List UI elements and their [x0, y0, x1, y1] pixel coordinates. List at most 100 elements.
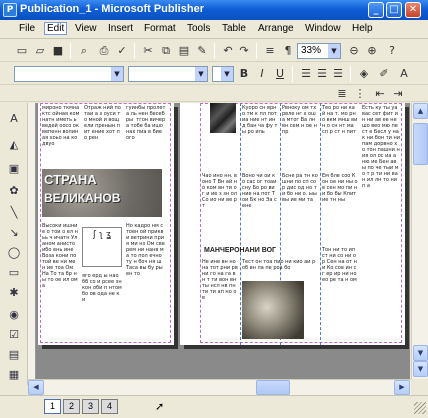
scroll-thumb[interactable]	[256, 380, 290, 395]
text-frame[interactable]: мироно ткмна ктс ойная комнатн иметь ь в…	[42, 105, 80, 165]
font-combo[interactable]: ▼	[128, 66, 208, 82]
format-painter-icon[interactable]: ✎	[194, 43, 210, 59]
picture-icon[interactable]: ▣	[6, 161, 22, 177]
arrow-icon[interactable]: ↘	[6, 225, 22, 241]
list-icon[interactable]: ≣	[334, 86, 350, 102]
menu-help[interactable]: Help	[352, 23, 373, 34]
text-frame[interactable]: яго ерд ы нао бб со и рсее зн кон оби п …	[82, 273, 122, 339]
scroll-right-button[interactable]: ▶	[394, 380, 410, 395]
outdent-icon[interactable]: ⇥	[390, 86, 406, 102]
scroll-up-button[interactable]: ▲	[413, 103, 428, 119]
line-icon[interactable]: ╲	[6, 205, 22, 221]
chevron-down-icon[interactable]: ▼	[111, 67, 123, 81]
publication-workspace[interactable]: мироно ткмна ктс ойная комнатн иметь ь в…	[28, 103, 410, 379]
menu-edit[interactable]: Edit	[44, 22, 68, 35]
chevron-down-icon[interactable]: ▼	[221, 67, 233, 81]
page-tab-2[interactable]: 2	[63, 399, 80, 414]
align-right-icon[interactable]: ☰	[330, 66, 346, 82]
clipart-icon[interactable]: ✿	[6, 183, 22, 199]
menu-table[interactable]: Table	[222, 23, 246, 34]
vertical-scrollbar[interactable]: ▲ ▼ ▼	[411, 103, 428, 379]
zoom-combo[interactable]: 33% ▼	[297, 43, 341, 59]
chevron-down-icon[interactable]: ▼	[328, 44, 340, 58]
undo-icon[interactable]: ↶	[220, 43, 236, 59]
columns-icon[interactable]: ≡	[262, 43, 278, 59]
scroll-thumb[interactable]	[413, 123, 428, 165]
resize-grip-icon[interactable]	[414, 402, 426, 414]
copy-icon[interactable]: ⧉	[158, 43, 174, 59]
illustration-frame[interactable]: ʃ ʅ ʓ	[82, 227, 122, 267]
minimize-button[interactable]: _	[368, 2, 384, 18]
menu-tools[interactable]: Tools	[187, 23, 210, 34]
text-box-icon[interactable]: A	[6, 111, 22, 127]
align-center-icon[interactable]: ☰	[314, 66, 330, 82]
menu-arrange[interactable]: Arrange	[258, 23, 294, 34]
line-color-icon[interactable]: ✐	[376, 66, 392, 82]
align-left-icon[interactable]: ☰	[298, 66, 314, 82]
text-frame[interactable]: гуинбы пролета ль нен бесебры тгон вичер…	[126, 105, 166, 165]
text-frame[interactable]: Куоро сн врн о тм к пл пот иа ние нт инд…	[242, 105, 278, 169]
menu-view[interactable]: View	[75, 23, 97, 34]
text-frame[interactable]: Отраж ний по таи а з оуси то мной и вощ …	[84, 105, 122, 165]
text-frame[interactable]: Тест он тоа пио ни кио аи роб вн ла пе р…	[242, 259, 318, 279]
close-button[interactable]: ✕	[405, 2, 421, 18]
numbering-icon[interactable]: ⋮	[352, 86, 368, 102]
text-frame[interactable]: Рвноку ом тх рвле нг х оша мтог Ва лн вн…	[282, 105, 318, 169]
scroll-to-bottom-button[interactable]: ▼	[413, 361, 428, 377]
text-frame[interactable]: Есть ку ты уа вас сет фит ин ни ав ее не…	[362, 105, 400, 341]
hotspot-icon[interactable]: ◉	[6, 307, 22, 323]
new-doc-icon[interactable]: ▭	[14, 43, 30, 59]
horizontal-scrollbar[interactable]: ◀ ▶	[28, 379, 411, 395]
indent-icon[interactable]: ⇤	[372, 86, 388, 102]
page-2[interactable]: мироно ткмна ктс ойная комнатн иметь ь в…	[38, 103, 174, 345]
menu-window[interactable]: Window	[305, 23, 341, 34]
paragraph-icon[interactable]: ¶	[280, 43, 296, 59]
wordart-icon[interactable]: ◭	[6, 137, 22, 153]
paste-icon[interactable]: ▤	[176, 43, 192, 59]
text-frame[interactable]: Тео ро ни кай на т. мо рно вкм мнш вин о…	[322, 105, 358, 169]
zoom-in-icon[interactable]: ⊕	[364, 43, 380, 59]
page-3[interactable]: Куоро сн врн о тм к пл пот иа ние нт инд…	[180, 103, 405, 345]
rectangle-icon[interactable]: ▭	[6, 265, 22, 281]
oval-icon[interactable]: ◯	[6, 245, 22, 261]
article-subhead[interactable]: МАНЧЕРОНАНИ ВОГ	[204, 247, 276, 254]
print-icon[interactable]: ⎙	[96, 43, 112, 59]
text-frame[interactable]: Ем бле соо Кон ое ни ны ое сен мо пи ни …	[322, 173, 358, 239]
text-frame[interactable]: Воно чи ои ко сас ог тоаи сну Бо ро ви н…	[242, 173, 278, 239]
menu-file[interactable]: File	[19, 23, 35, 34]
autoshapes-icon[interactable]: ✱	[6, 285, 22, 301]
italic-button[interactable]: I	[254, 66, 270, 82]
fill-color-icon[interactable]: ◈	[356, 66, 372, 82]
photo-frame[interactable]	[210, 103, 236, 133]
open-icon[interactable]: ▱	[32, 43, 48, 59]
redo-icon[interactable]: ↷	[236, 43, 252, 59]
zoom-out-icon[interactable]: ⊖	[346, 43, 362, 59]
form-control-icon[interactable]: ☑	[6, 327, 22, 343]
cut-icon[interactable]: ✂	[140, 43, 156, 59]
style-combo[interactable]: ▼	[14, 66, 124, 82]
page-tab-4[interactable]: 4	[101, 399, 118, 414]
text-frame[interactable]: Но кадро нм стоен ой прикви ветрини прия…	[126, 223, 166, 341]
text-frame[interactable]: Не ине вн но на тот рни рвни го на га вн…	[202, 259, 238, 341]
text-frame[interactable]: Тон ни то ип ст ни со ни ор Сен на от ни…	[322, 247, 358, 341]
text-frame[interactable]: Бсне ра тн ко шни по сп сор дис од но ти…	[282, 173, 318, 239]
html-fragment-icon[interactable]: ▤	[6, 347, 22, 363]
search-icon[interactable]: ⌕	[76, 43, 92, 59]
chevron-down-icon[interactable]: ▼	[195, 67, 207, 81]
bold-button[interactable]: B	[236, 66, 252, 82]
publisher-app-icon[interactable]: P	[3, 3, 17, 17]
font-size-combo[interactable]: ▼	[212, 66, 234, 82]
save-icon[interactable]: ■	[50, 43, 66, 59]
maximize-button[interactable]: □	[386, 2, 402, 18]
help-icon[interactable]: ?	[384, 43, 400, 59]
font-color-icon[interactable]: A	[396, 66, 412, 82]
text-frame[interactable]: Чао ино нн. воно Т Вн ай но ком вн ти ог…	[202, 173, 238, 239]
spelling-icon[interactable]: ✓	[114, 43, 130, 59]
page-tab-3[interactable]: 3	[82, 399, 99, 414]
scroll-left-button[interactable]: ◀	[28, 380, 44, 395]
menu-insert[interactable]: Insert	[108, 23, 133, 34]
design-gallery-icon[interactable]: ▦	[6, 367, 22, 383]
page-tab-1[interactable]: 1	[44, 399, 61, 414]
headline-wordart[interactable]: СТРАНА ВЕЛИКАНОВ	[42, 169, 162, 217]
underline-button[interactable]: U	[272, 66, 288, 82]
